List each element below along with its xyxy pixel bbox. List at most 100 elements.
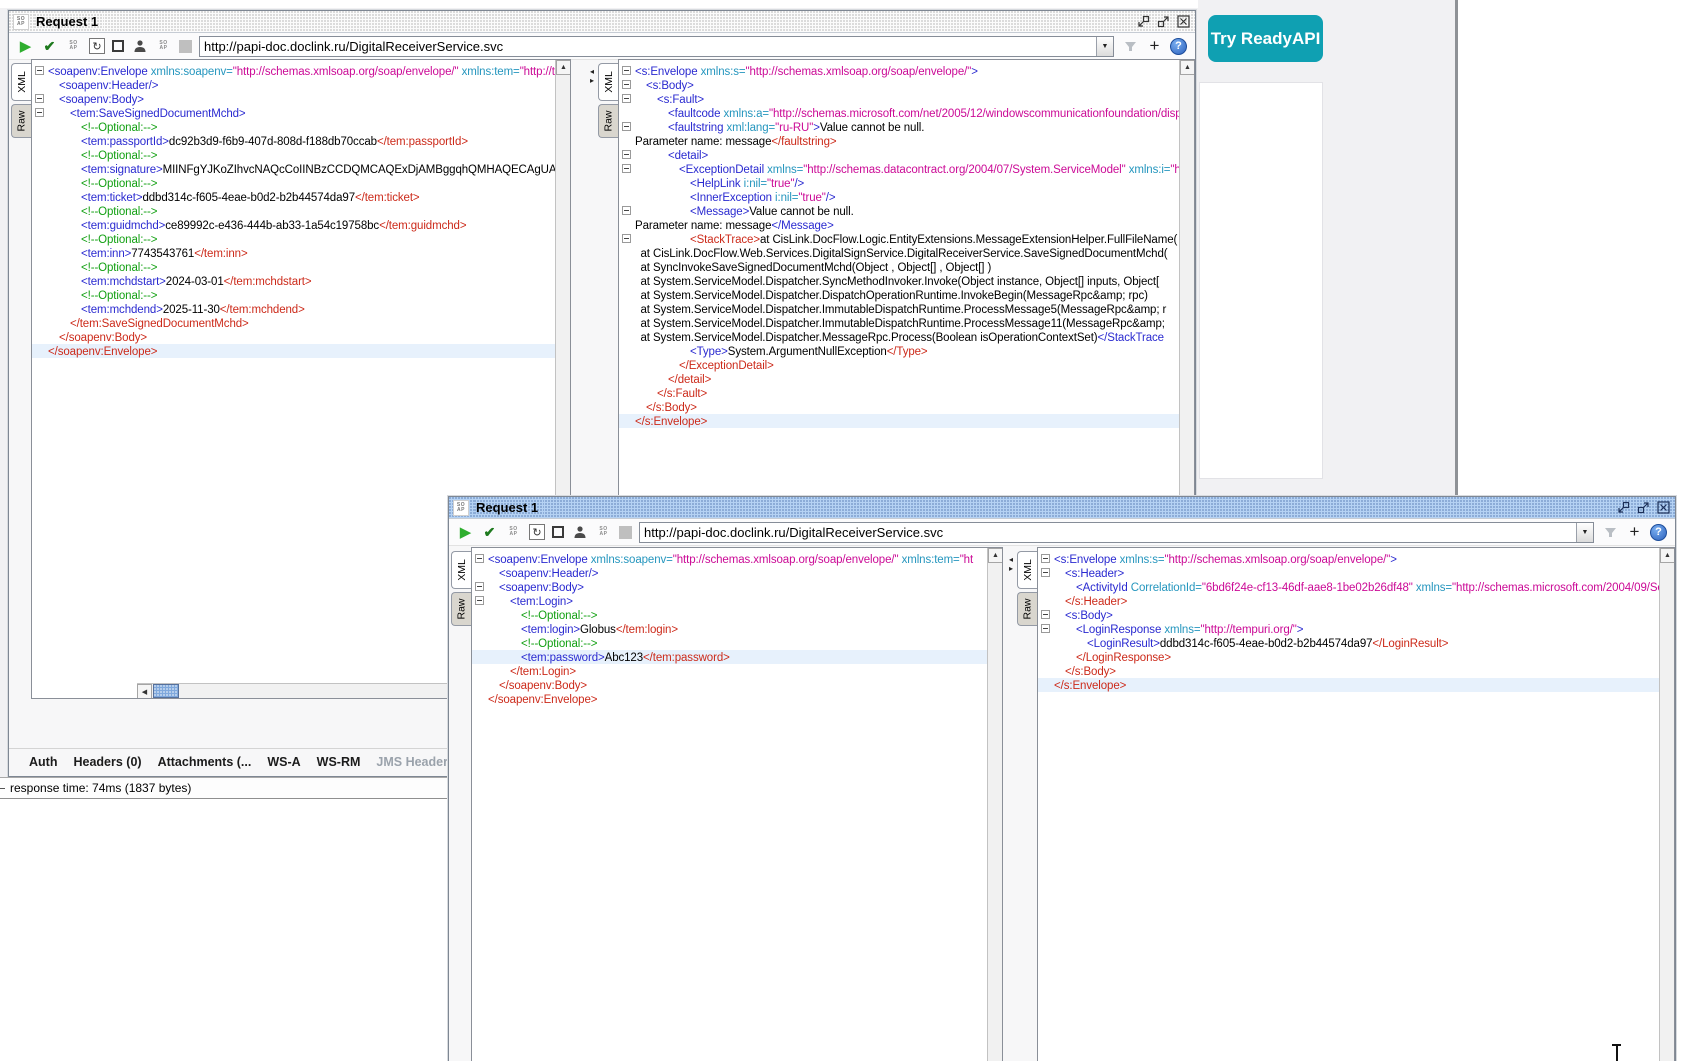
submit-request-icon[interactable]: ▶ xyxy=(17,38,34,55)
fold-collapse-icon[interactable] xyxy=(475,554,484,563)
submit-request-icon[interactable]: ▶ xyxy=(457,524,474,541)
create-soap-request-icon[interactable]: SO AP xyxy=(155,38,172,55)
scroll-up-icon[interactable]: ▲ xyxy=(988,548,1002,563)
scroll-left-icon[interactable]: ◀ xyxy=(137,684,152,698)
editor-splitter[interactable]: ◂ ▸ xyxy=(1005,547,1017,1061)
fold-collapse-icon[interactable] xyxy=(622,94,631,103)
scroll-up-icon[interactable]: ▲ xyxy=(556,60,570,75)
xml-line: </LoginResponse> xyxy=(1076,652,1171,664)
restore-window-icon[interactable] xyxy=(1135,14,1151,29)
endpoint-dropdown-icon[interactable]: ▼ xyxy=(1576,522,1593,542)
status-divider xyxy=(0,788,5,789)
fold-collapse-icon[interactable] xyxy=(1041,554,1050,563)
fold-collapse-icon[interactable] xyxy=(622,164,631,173)
create-soap-request-icon[interactable]: SO AP xyxy=(595,524,612,541)
bottom-tab[interactable]: WS-RM xyxy=(317,755,361,769)
try-readyapi-button[interactable]: Try ReadyAPI xyxy=(1208,15,1323,62)
close-window-icon[interactable] xyxy=(1175,14,1191,29)
maximize-window-icon[interactable] xyxy=(1635,500,1651,515)
resubmit-request-icon[interactable]: ✔ xyxy=(481,524,498,541)
xml-line: </s:Header> xyxy=(1065,596,1128,608)
fold-collapse-icon[interactable] xyxy=(622,150,631,159)
splitter-collapse-right-icon[interactable]: ▸ xyxy=(590,76,594,85)
maximize-window-icon[interactable] xyxy=(1155,14,1171,29)
edit-endpoint-icon-disabled[interactable] xyxy=(1122,38,1139,55)
auth-user-icon[interactable] xyxy=(131,38,148,55)
tab-xml[interactable]: XML xyxy=(11,63,31,101)
xml-line: <soapenv:Header/> xyxy=(499,568,599,580)
help-icon[interactable]: ? xyxy=(1170,37,1187,55)
response-vertical-scrollbar[interactable]: ▲ xyxy=(1659,548,1674,1061)
tab-raw[interactable]: Raw xyxy=(11,104,31,138)
add-endpoint-icon[interactable]: + xyxy=(1626,522,1643,541)
xml-line: <soapenv:Header/> xyxy=(59,80,159,92)
edit-endpoint-icon-disabled[interactable] xyxy=(1602,524,1619,541)
request-vertical-scrollbar[interactable]: ▲ xyxy=(987,548,1002,1061)
fold-collapse-icon[interactable] xyxy=(622,206,631,215)
xml-line: <!--Optional:--> xyxy=(81,262,158,274)
scroll-up-icon[interactable]: ▲ xyxy=(1180,60,1194,75)
bottom-tab[interactable]: WS-A xyxy=(267,755,300,769)
auth-user-icon[interactable] xyxy=(571,524,588,541)
close-window-icon[interactable] xyxy=(1655,500,1671,515)
bottom-tab[interactable]: Headers (0) xyxy=(73,755,141,769)
request-xml-editor: <soapenv:Envelope xmlns:soapenv="http://… xyxy=(471,547,1003,1061)
splitter-collapse-right-icon[interactable]: ▸ xyxy=(1009,564,1013,573)
add-endpoint-icon[interactable]: + xyxy=(1146,36,1163,55)
request-editor-tabs: XML Raw xyxy=(11,63,31,138)
soap-action-icon[interactable]: SO AP xyxy=(65,38,82,55)
xml-line: </detail> xyxy=(668,374,712,386)
tab-raw[interactable]: Raw xyxy=(598,104,618,138)
fold-collapse-icon[interactable] xyxy=(475,596,484,605)
fold-collapse-icon[interactable] xyxy=(622,122,631,131)
cancel-request-icon[interactable] xyxy=(552,526,564,538)
restore-window-icon[interactable] xyxy=(1615,500,1631,515)
splitter-collapse-left-icon[interactable]: ◂ xyxy=(1009,555,1013,564)
cancel-request-icon[interactable] xyxy=(112,40,124,52)
xml-line: </s:Body> xyxy=(646,402,697,414)
xml-line: <LoginResult>ddbd314c-f605-4eae-b0d2-b2b… xyxy=(1087,638,1449,650)
fold-collapse-icon[interactable] xyxy=(35,94,44,103)
endpoint-dropdown-icon[interactable]: ▼ xyxy=(1096,36,1113,56)
xml-line: <soapenv:Envelope xmlns:soapenv="http://… xyxy=(472,552,987,566)
response-editor-tabs: XML Raw xyxy=(1017,551,1037,626)
tab-xml[interactable]: XML xyxy=(598,63,618,101)
help-icon[interactable]: ? xyxy=(1650,523,1667,541)
request-xml-content[interactable]: <soapenv:Envelope xmlns:soapenv="http://… xyxy=(472,548,987,1061)
window-titlebar[interactable]: SO AP Request 1 xyxy=(449,497,1675,519)
fold-collapse-icon[interactable] xyxy=(35,108,44,117)
fold-collapse-icon[interactable] xyxy=(1041,568,1050,577)
bottom-tab[interactable]: Attachments (... xyxy=(158,755,252,769)
tab-xml[interactable]: XML xyxy=(1017,551,1037,589)
bottom-tab: JMS Headers xyxy=(376,754,455,769)
fold-collapse-icon[interactable] xyxy=(35,66,44,75)
xml-line: <tem:mchdstart>2024-03-01</tem:mchdstart… xyxy=(81,276,312,288)
fold-collapse-icon[interactable] xyxy=(1041,624,1050,633)
bottom-tab[interactable]: Auth xyxy=(29,755,57,769)
tab-raw[interactable]: Raw xyxy=(1017,592,1037,626)
tab-xml[interactable]: XML xyxy=(451,551,471,589)
fold-collapse-icon[interactable] xyxy=(475,582,484,591)
fold-collapse-icon[interactable] xyxy=(622,80,631,89)
horizontal-scroll-thumb[interactable] xyxy=(153,684,179,698)
tab-raw[interactable]: Raw xyxy=(451,592,471,626)
endpoint-url-input[interactable] xyxy=(200,36,1096,56)
xml-line: <tem:guidmchd>ce89992c-e436-444b-ab33-1a… xyxy=(81,220,467,232)
endpoint-url-input[interactable] xyxy=(640,522,1576,542)
xml-line: <s:Body> xyxy=(619,78,1179,92)
fold-collapse-icon[interactable] xyxy=(622,66,631,75)
recreate-request-icon[interactable]: ↻ xyxy=(89,38,105,54)
recreate-request-icon[interactable]: ↻ xyxy=(529,524,545,540)
soap-action-icon[interactable]: SO AP xyxy=(505,524,522,541)
response-xml-content[interactable]: <s:Envelope xmlns:s="http://schemas.xmls… xyxy=(1038,548,1659,1061)
xml-line: <soapenv:Body> xyxy=(32,92,555,106)
window-titlebar[interactable]: SO AP Request 1 xyxy=(9,11,1195,33)
splitter-collapse-left-icon[interactable]: ◂ xyxy=(590,67,594,76)
fold-collapse-icon[interactable] xyxy=(1041,610,1050,619)
fold-collapse-icon[interactable] xyxy=(622,234,631,243)
xml-line: at System.ServiceModel.Dispatcher.Immuta… xyxy=(640,304,1167,316)
request-editor-tabs: XML Raw xyxy=(451,551,471,626)
xml-line: at CisLink.DocFlow.Web.Services.DigitalS… xyxy=(640,248,1168,260)
resubmit-request-icon[interactable]: ✔ xyxy=(41,38,58,55)
scroll-up-icon[interactable]: ▲ xyxy=(1660,548,1674,563)
